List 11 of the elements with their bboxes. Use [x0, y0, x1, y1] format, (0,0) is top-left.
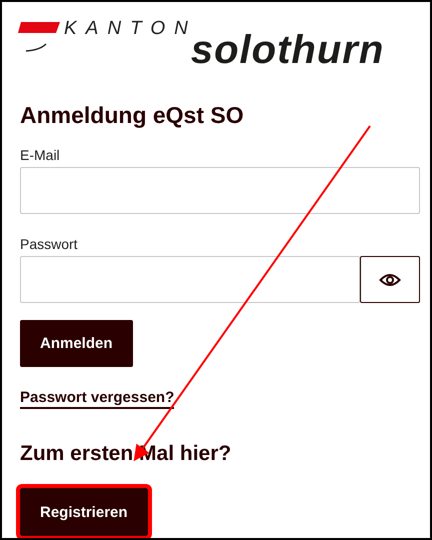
logo-mark-icon: [18, 20, 62, 54]
password-field[interactable]: [20, 256, 360, 303]
email-field[interactable]: [20, 167, 420, 214]
login-button[interactable]: Anmelden: [20, 320, 133, 367]
field-label: E-Mail: [20, 147, 61, 163]
show-password-button[interactable]: [360, 256, 420, 303]
forgot-password-link[interactable]: Passwort vergessen?: [20, 389, 174, 409]
eye-icon: [379, 272, 401, 286]
login-title: Anmeldung eQst SO: [20, 102, 245, 129]
field-label: Passwort: [20, 236, 79, 252]
register-button[interactable]: Registrieren: [20, 488, 148, 536]
